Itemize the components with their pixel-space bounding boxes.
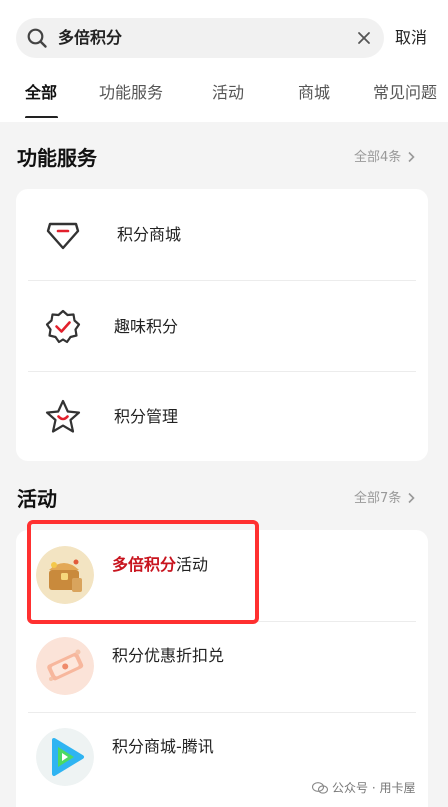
tab-mall[interactable]: 商城 — [298, 82, 330, 104]
chevron-right-icon — [408, 492, 415, 504]
badge-check-icon — [45, 309, 81, 344]
service-item-mall[interactable]: 积分商城 — [16, 189, 428, 280]
service-label: 趣味积分 — [114, 317, 179, 336]
search-query: 多倍积分 — [58, 28, 123, 47]
activities-more-label: 全部7条 — [354, 491, 402, 506]
services-more-label: 全部4条 — [354, 150, 402, 165]
search-icon — [27, 28, 47, 48]
cancel-button[interactable]: 取消 — [395, 27, 427, 49]
service-item-points-manage[interactable]: 积分管理 — [16, 371, 428, 462]
service-item-fun-points[interactable]: 趣味积分 — [16, 281, 428, 372]
active-tab-indicator — [25, 116, 58, 118]
activity-label: 积分优惠折扣兑 — [112, 646, 225, 665]
highlight-box — [27, 520, 259, 624]
activity-label: 积分商城-腾讯 — [112, 737, 214, 756]
services-more-link[interactable]: 全部4条 — [354, 149, 415, 167]
services-section-title: 功能服务 — [17, 146, 97, 170]
tab-services[interactable]: 功能服务 — [99, 82, 163, 104]
watermark-text: 公众号 · 用卡屋 — [332, 781, 416, 795]
gem-icon — [46, 222, 80, 250]
top-bar: 多倍积分 取消 全部 功能服务 活动 商城 常见问题 — [0, 0, 448, 122]
tab-all[interactable]: 全部 — [25, 82, 57, 104]
activities-section-title: 活动 — [17, 487, 57, 511]
tencent-video-icon — [36, 728, 94, 786]
clear-icon[interactable] — [356, 30, 372, 46]
services-card: 积分商城 趣味积分 积分管理 — [16, 189, 428, 461]
tab-activities[interactable]: 活动 — [212, 82, 244, 104]
tab-faq[interactable]: 常见问题 — [373, 82, 437, 104]
star-smile-icon — [45, 399, 81, 433]
sale-ticket-icon — [36, 637, 94, 695]
search-input[interactable]: 多倍积分 — [16, 18, 384, 58]
service-label: 积分商城 — [117, 225, 182, 244]
chevron-right-icon — [408, 151, 415, 163]
tab-bar: 全部 功能服务 活动 商城 常见问题 — [0, 78, 448, 118]
service-label: 积分管理 — [114, 407, 179, 426]
activities-more-link[interactable]: 全部7条 — [354, 490, 415, 508]
watermark: 公众号 · 用卡屋 — [312, 779, 415, 796]
wechat-icon — [312, 782, 328, 794]
activity-item-discount[interactable]: 积分优惠折扣兑 — [16, 621, 428, 712]
